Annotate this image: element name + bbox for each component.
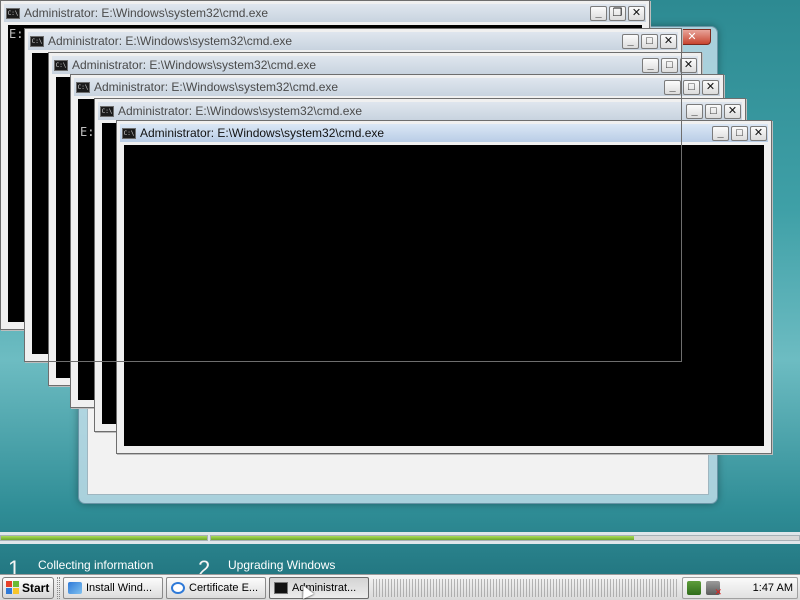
progress-bar-upgrading [210, 535, 800, 541]
minimize-button[interactable]: _ [622, 33, 639, 49]
step-label: Collecting information [38, 558, 154, 572]
cmd-titlebar[interactable]: C:\ Administrator: E:\Windows\system32\c… [52, 56, 698, 74]
cmd-icon [274, 581, 288, 594]
cmd-title: Administrator: E:\Windows\system32\cmd.e… [118, 104, 363, 118]
taskbar-item-certificate[interactable]: Certificate E... [166, 576, 266, 599]
cmd-icon: C:\ [54, 59, 68, 71]
taskbar: Start Install Wind... Certificate E... A… [0, 574, 800, 600]
taskbar-item-install-windows[interactable]: Install Wind... [63, 576, 163, 599]
task-label: Certificate E... [189, 581, 259, 594]
cmd-titlebar[interactable]: C:\ Administrator: E:\Windows\system32\c… [28, 32, 678, 50]
minimize-button[interactable]: _ [712, 125, 729, 141]
progress-fill-upgrading [211, 536, 635, 540]
network-icon[interactable] [687, 580, 701, 595]
cmd-title: Administrator: E:\Windows\system32\cmd.e… [94, 80, 339, 94]
setup-icon [68, 581, 82, 594]
task-label: Install Wind... [86, 581, 153, 594]
cmd-prompt: E: [80, 125, 95, 139]
cmd-title: Administrator: E:\Windows\system32\cmd.e… [48, 34, 293, 48]
cmd-console[interactable] [124, 145, 764, 446]
cmd-icon: C:\ [30, 35, 44, 47]
taskbar-separator [57, 576, 60, 599]
close-button[interactable]: ✕ [750, 125, 767, 141]
progress-fill-collecting [1, 536, 207, 540]
cmd-title: Administrator: E:\Windows\system32\cmd.e… [24, 6, 269, 20]
volume-muted-icon[interactable] [706, 580, 722, 598]
system-tray: 1:47 AM [682, 576, 798, 599]
maximize-button[interactable]: □ [705, 103, 722, 119]
start-label: Start [22, 580, 50, 595]
clock[interactable]: 1:47 AM [753, 582, 793, 594]
setup-progress-strip [0, 532, 800, 544]
taskbar-empty-area [373, 578, 678, 597]
close-button[interactable]: ✕ [628, 5, 645, 21]
minimize-button[interactable]: _ [686, 103, 703, 119]
cmd-title: Administrator: E:\Windows\system32\cmd.e… [140, 126, 385, 140]
progress-bar-collecting [0, 535, 208, 541]
maximize-button[interactable]: □ [683, 79, 700, 95]
cmd-icon: C:\ [76, 81, 90, 93]
setup-steps: 1 Collecting information 2 Upgrading Win… [0, 544, 800, 581]
step-label: Upgrading Windows [228, 558, 336, 572]
minimize-button[interactable]: _ [642, 57, 659, 73]
cmd-window-active[interactable]: C:\ Administrator: E:\Windows\system32\c… [116, 120, 772, 454]
cmd-titlebar[interactable]: C:\ Administrator: E:\Windows\system32\c… [4, 4, 646, 22]
ie-icon [171, 581, 185, 594]
cmd-titlebar[interactable]: C:\ Administrator: E:\Windows\system32\c… [98, 102, 742, 120]
cmd-icon: C:\ [122, 127, 136, 139]
maximize-button[interactable]: □ [661, 57, 678, 73]
cmd-titlebar[interactable]: C:\ Administrator: E:\Windows\system32\c… [120, 124, 768, 142]
restore-button[interactable]: ❐ [609, 5, 626, 21]
cmd-title: Administrator: E:\Windows\system32\cmd.e… [72, 58, 317, 72]
close-button[interactable]: ✕ [724, 103, 741, 119]
maximize-button[interactable]: □ [641, 33, 658, 49]
start-button[interactable]: Start [2, 576, 54, 599]
minimize-button[interactable]: _ [664, 79, 681, 95]
minimize-button[interactable]: _ [590, 5, 607, 21]
windows-logo-icon [6, 581, 19, 594]
close-button[interactable]: ✕ [660, 33, 677, 49]
close-button[interactable]: ✕ [680, 57, 697, 73]
cmd-titlebar[interactable]: C:\ Administrator: E:\Windows\system32\c… [74, 78, 720, 96]
cmd-icon: C:\ [6, 7, 20, 19]
maximize-button[interactable]: □ [731, 125, 748, 141]
cmd-icon: C:\ [100, 105, 114, 117]
close-button[interactable]: ✕ [702, 79, 719, 95]
taskbar-item-administrator[interactable]: Administrat... [269, 576, 369, 599]
